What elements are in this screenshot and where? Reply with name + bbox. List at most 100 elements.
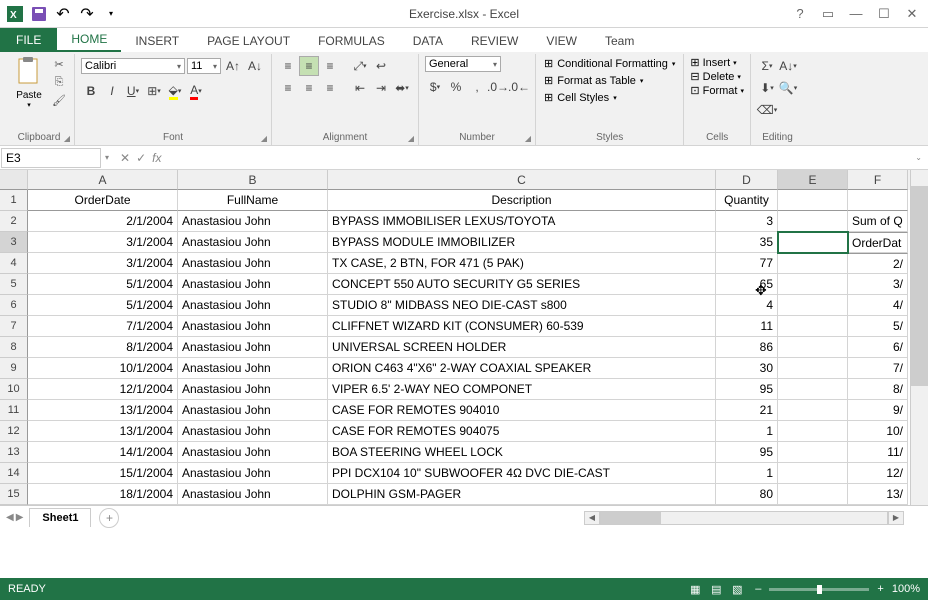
cell[interactable]: 3/1/2004: [28, 232, 178, 253]
help-icon[interactable]: ?: [788, 4, 812, 24]
italic-button[interactable]: I: [102, 81, 122, 101]
insert-cells-button[interactable]: ⊞Insert▾: [690, 56, 744, 69]
row-header[interactable]: 6: [0, 295, 28, 316]
undo-icon[interactable]: ↶: [52, 3, 74, 25]
increase-font-icon[interactable]: A↑: [223, 56, 243, 76]
row-header[interactable]: 4: [0, 253, 28, 274]
cell[interactable]: 30: [716, 358, 778, 379]
cell[interactable]: 2/: [848, 253, 908, 274]
align-top-icon[interactable]: ≡: [278, 56, 298, 76]
row-header[interactable]: 7: [0, 316, 28, 337]
format-as-table-button[interactable]: ⊞Format as Table▾: [542, 73, 677, 88]
cell[interactable]: Anastasiou John: [178, 400, 328, 421]
select-all-corner[interactable]: [0, 170, 28, 190]
cell[interactable]: [778, 232, 848, 253]
percent-icon[interactable]: %: [446, 77, 466, 97]
cell[interactable]: Anastasiou John: [178, 379, 328, 400]
copy-icon[interactable]: ⎘: [50, 74, 68, 90]
cell[interactable]: 3/1/2004: [28, 253, 178, 274]
cell-styles-button[interactable]: ⊞Cell Styles▾: [542, 90, 677, 105]
cell[interactable]: STUDIO 8" MIDBASS NEO DIE-CAST s800: [328, 295, 716, 316]
close-icon[interactable]: ✕: [900, 4, 924, 24]
cell[interactable]: OrderDat: [848, 232, 908, 253]
cell[interactable]: CLIFFNET WIZARD KIT (CONSUMER) 60-539: [328, 316, 716, 337]
cell[interactable]: BYPASS MODULE IMMOBILIZER: [328, 232, 716, 253]
cell[interactable]: 80: [716, 484, 778, 505]
cell[interactable]: [778, 358, 848, 379]
normal-view-icon[interactable]: ▦: [685, 581, 705, 597]
cell[interactable]: 12/: [848, 463, 908, 484]
cell[interactable]: 95: [716, 379, 778, 400]
cell[interactable]: 5/1/2004: [28, 274, 178, 295]
row-header[interactable]: 14: [0, 463, 28, 484]
col-header[interactable]: D: [716, 170, 778, 190]
cell[interactable]: OrderDate: [28, 190, 178, 211]
merge-center-icon[interactable]: ⬌▾: [392, 78, 412, 98]
cell[interactable]: Anastasiou John: [178, 421, 328, 442]
autosum-icon[interactable]: Σ▾: [757, 56, 777, 76]
sheet-nav-next-icon[interactable]: ▶: [16, 512, 24, 523]
cell[interactable]: CONCEPT 550 AUTO SECURITY G5 SERIES: [328, 274, 716, 295]
fill-color-button[interactable]: ⬙▾: [165, 81, 185, 101]
cell[interactable]: UNIVERSAL SCREEN HOLDER: [328, 337, 716, 358]
save-icon[interactable]: [28, 3, 50, 25]
cell[interactable]: [778, 190, 848, 211]
row-header[interactable]: 5: [0, 274, 28, 295]
row-header[interactable]: 11: [0, 400, 28, 421]
cell[interactable]: 4: [716, 295, 778, 316]
cell[interactable]: 13/1/2004: [28, 400, 178, 421]
cell[interactable]: 12/1/2004: [28, 379, 178, 400]
cell[interactable]: 1: [716, 463, 778, 484]
row-header[interactable]: 9: [0, 358, 28, 379]
comma-icon[interactable]: ,: [467, 77, 487, 97]
tab-insert[interactable]: INSERT: [121, 30, 193, 52]
underline-button[interactable]: U▾: [123, 81, 143, 101]
page-break-view-icon[interactable]: ▧: [727, 581, 747, 597]
tab-file[interactable]: FILE: [0, 28, 57, 52]
cell[interactable]: Anastasiou John: [178, 211, 328, 232]
formula-bar[interactable]: [169, 156, 909, 160]
cell[interactable]: [778, 463, 848, 484]
cell[interactable]: Anastasiou John: [178, 442, 328, 463]
decrease-font-icon[interactable]: A↓: [245, 56, 265, 76]
align-right-icon[interactable]: ≡: [320, 78, 340, 98]
cell[interactable]: 7/1/2004: [28, 316, 178, 337]
tab-review[interactable]: REVIEW: [457, 30, 532, 52]
tab-team[interactable]: Team: [591, 30, 648, 52]
orientation-icon[interactable]: ⤢▾: [350, 56, 370, 76]
cell[interactable]: 1: [716, 421, 778, 442]
cell[interactable]: DOLPHIN GSM-PAGER: [328, 484, 716, 505]
cell[interactable]: 11/: [848, 442, 908, 463]
name-box[interactable]: [1, 148, 101, 168]
cell[interactable]: 8/1/2004: [28, 337, 178, 358]
cut-icon[interactable]: ✂: [50, 56, 68, 72]
zoom-in-button[interactable]: +: [877, 583, 883, 595]
fx-icon[interactable]: fx: [152, 151, 161, 165]
cell[interactable]: 7/: [848, 358, 908, 379]
clear-icon[interactable]: ⌫▾: [757, 100, 777, 120]
find-select-icon[interactable]: 🔍▾: [778, 78, 798, 98]
row-header[interactable]: 8: [0, 337, 28, 358]
paste-button[interactable]: Paste ▾: [10, 56, 48, 109]
tab-page-layout[interactable]: PAGE LAYOUT: [193, 30, 304, 52]
redo-icon[interactable]: ↷: [76, 3, 98, 25]
cell[interactable]: Anastasiou John: [178, 337, 328, 358]
align-middle-icon[interactable]: ≡: [299, 56, 319, 76]
enter-formula-icon[interactable]: ✓: [136, 151, 146, 165]
page-layout-view-icon[interactable]: ▤: [706, 581, 726, 597]
cell[interactable]: [778, 295, 848, 316]
add-sheet-button[interactable]: +: [99, 508, 119, 528]
wrap-text-icon[interactable]: ↩: [371, 56, 391, 76]
maximize-icon[interactable]: ☐: [872, 4, 896, 24]
cell[interactable]: CASE FOR REMOTES 904010: [328, 400, 716, 421]
align-left-icon[interactable]: ≡: [278, 78, 298, 98]
cell[interactable]: Description: [328, 190, 716, 211]
col-header[interactable]: E: [778, 170, 848, 190]
tab-data[interactable]: DATA: [399, 30, 457, 52]
cell[interactable]: Anastasiou John: [178, 232, 328, 253]
cell[interactable]: 14/1/2004: [28, 442, 178, 463]
cell[interactable]: 3: [716, 211, 778, 232]
horizontal-scrollbar[interactable]: ◀ ▶: [584, 511, 904, 525]
row-header[interactable]: 2: [0, 211, 28, 232]
cell[interactable]: [778, 211, 848, 232]
